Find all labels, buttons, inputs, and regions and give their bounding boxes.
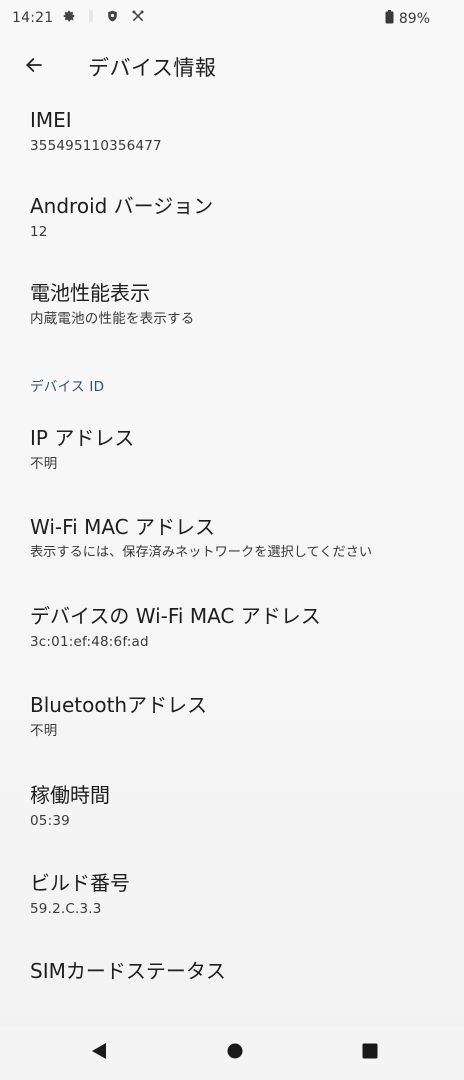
pref-title: 稼働時間 bbox=[30, 783, 110, 807]
pref-item-ip-address[interactable]: IP アドレス 不明 bbox=[30, 425, 450, 474]
nav-back-button[interactable] bbox=[88, 1042, 110, 1064]
pref-item-wifi-mac[interactable]: Wi-Fi MAC アドレス 表示するには、保存済みネットワークを選択してくださ… bbox=[30, 514, 450, 563]
pref-summary: 不明 bbox=[30, 456, 58, 472]
page-title: デバイス情報 bbox=[88, 56, 217, 80]
pref-item-uptime[interactable]: 稼働時間 05:39 bbox=[30, 782, 450, 831]
battery-percent: 89% bbox=[398, 10, 430, 27]
pref-summary: 表示するには、保存済みネットワークを選択してください bbox=[30, 545, 373, 560]
status-bar: 14:21 89% bbox=[0, 0, 464, 36]
back-button[interactable] bbox=[18, 51, 50, 83]
nav-recents-button[interactable] bbox=[359, 1042, 381, 1064]
tools-icon bbox=[131, 9, 145, 23]
pref-item-imei[interactable]: IMEI 355495110356477 bbox=[30, 107, 450, 156]
pref-summary: 12 bbox=[30, 224, 48, 240]
pref-title: SIMカードステータス bbox=[30, 959, 226, 983]
section-header-device-id: デバイス ID bbox=[30, 379, 105, 395]
pref-item-bluetooth-address[interactable]: Bluetoothアドレス 不明 bbox=[30, 692, 450, 741]
battery-icon bbox=[385, 9, 394, 28]
status-right: 89% bbox=[385, 9, 430, 28]
pref-title: ビルド番号 bbox=[30, 871, 130, 895]
pref-title: Android バージョン bbox=[30, 194, 214, 218]
shield-icon bbox=[106, 9, 119, 23]
navigation-bar bbox=[0, 1026, 464, 1080]
pref-item-battery-performance[interactable]: 電池性能表示 内蔵電池の性能を表示する bbox=[30, 280, 450, 329]
pref-title: IMEI bbox=[30, 108, 72, 132]
pref-title: Wi-Fi MAC アドレス bbox=[30, 515, 215, 539]
nav-home-button[interactable] bbox=[224, 1042, 246, 1064]
screen: 14:21 89% デバイス情報 IMEI 355495110356477 An… bbox=[0, 0, 464, 1080]
pref-title: 電池性能表示 bbox=[30, 281, 150, 305]
pref-summary: 355495110356477 bbox=[30, 138, 162, 154]
pref-summary: 59.2.C.3.3 bbox=[30, 901, 102, 917]
pref-summary: 3c:01:ef:48:6f:ad bbox=[30, 634, 149, 650]
pref-item-android-version[interactable]: Android バージョン 12 bbox=[30, 193, 450, 242]
gear-icon bbox=[62, 9, 76, 23]
pref-item-device-wifi-mac[interactable]: デバイスの Wi-Fi MAC アドレス 3c:01:ef:48:6f:ad bbox=[30, 603, 450, 652]
pref-summary: 05:39 bbox=[30, 813, 70, 829]
status-notification-icons bbox=[62, 9, 145, 23]
pref-summary: 不明 bbox=[30, 723, 58, 739]
nav-recents-icon bbox=[362, 1043, 378, 1063]
app-bar: デバイス情報 bbox=[0, 38, 464, 96]
arrow-back-icon bbox=[24, 55, 44, 79]
pref-summary: 内蔵電池の性能を表示する bbox=[30, 311, 195, 327]
nav-back-icon bbox=[91, 1042, 107, 1064]
pref-item-sim-status[interactable]: SIMカードステータス bbox=[30, 958, 450, 984]
nav-home-icon bbox=[227, 1043, 243, 1063]
pref-item-build-number[interactable]: ビルド番号 59.2.C.3.3 bbox=[30, 870, 450, 919]
pref-title: デバイスの Wi-Fi MAC アドレス bbox=[30, 604, 321, 628]
pref-title: IP アドレス bbox=[30, 426, 135, 450]
status-time: 14:21 bbox=[12, 10, 54, 26]
notification-dot-icon bbox=[88, 9, 94, 23]
pref-title: Bluetoothアドレス bbox=[30, 693, 208, 717]
